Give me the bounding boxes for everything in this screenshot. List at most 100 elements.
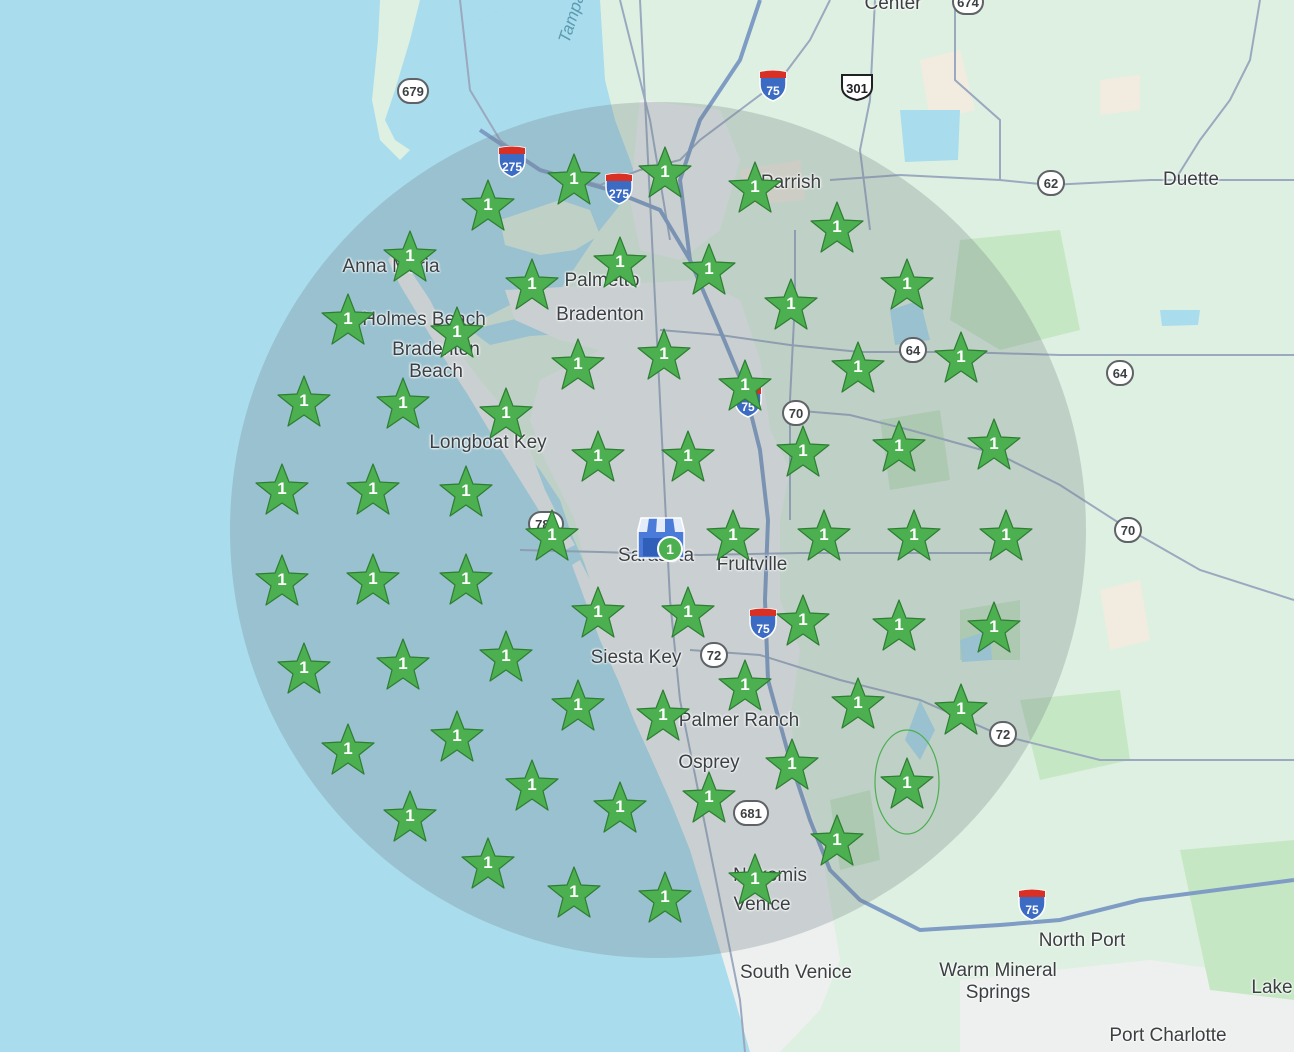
competitor-pin-count: 1 [527,274,537,293]
competitor-pin-count: 1 [750,869,760,888]
store-marker[interactable]: 1 [637,516,707,566]
competitor-pin[interactable]: 1 [275,374,333,430]
competitor-pin[interactable]: 1 [680,242,738,298]
competitor-pin-count: 1 [405,246,415,265]
competitor-pin[interactable]: 1 [965,600,1023,656]
competitor-pin[interactable]: 1 [808,200,866,256]
competitor-pin[interactable]: 1 [437,552,495,608]
competitor-pin[interactable]: 1 [774,424,832,480]
competitor-pin[interactable]: 1 [381,789,439,845]
competitor-pin-count: 1 [573,695,583,714]
competitor-pin-count: 1 [740,375,750,394]
competitor-pin[interactable]: 1 [569,585,627,641]
competitor-pin[interactable]: 1 [428,709,486,765]
competitor-pin[interactable]: 1 [374,637,432,693]
competitor-pin-count: 1 [569,169,579,188]
competitor-pin[interactable]: 1 [659,429,717,485]
competitor-pin[interactable]: 1 [965,417,1023,473]
competitor-pin-count: 1 [343,309,353,328]
competitor-pin-count: 1 [853,357,863,376]
competitor-pin[interactable]: 1 [253,553,311,609]
competitor-pin[interactable]: 1 [659,585,717,641]
competitor-pin[interactable]: 1 [634,688,692,744]
competitor-pin[interactable]: 1 [459,178,517,234]
competitor-pin[interactable]: 1 [437,464,495,520]
place-label-bradenton: Bradenton [556,304,644,325]
competitor-pin[interactable]: 1 [870,598,928,654]
competitor-pin-count: 1 [277,479,287,498]
state-road-shield-icon: 72 [989,721,1017,747]
competitor-pin[interactable]: 1 [459,836,517,892]
state-road-shield-icon: 679 [397,78,429,104]
competitor-pin-count: 1 [853,693,863,712]
competitor-pin[interactable]: 1 [726,160,784,216]
state-road-shield-icon: 64 [1106,360,1134,386]
state-road-shield-icon: 674 [952,0,984,15]
competitor-pin[interactable]: 1 [381,229,439,285]
competitor-pin[interactable]: 1 [774,593,832,649]
competitor-pin[interactable]: 1 [523,508,581,564]
competitor-pin[interactable]: 1 [932,682,990,738]
competitor-pin[interactable]: 1 [477,629,535,685]
competitor-pin[interactable]: 1 [545,865,603,921]
competitor-pin-count: 1 [368,569,378,588]
competitor-pin[interactable]: 1 [762,277,820,333]
competitor-pin-count: 1 [798,441,808,460]
competitor-pin[interactable]: 1 [253,462,311,518]
competitor-pin-count: 1 [728,525,738,544]
competitor-pin[interactable]: 1 [428,305,486,361]
competitor-pin[interactable]: 1 [878,257,936,313]
competitor-pin[interactable]: 1 [870,419,928,475]
competitor-pin[interactable]: 1 [763,737,821,793]
competitor-pin-count: 1 [615,797,625,816]
competitor-pin-count: 1 [660,162,670,181]
competitor-pin[interactable]: 1 [716,358,774,414]
competitor-pin-count: 1 [461,569,471,588]
competitor-pin[interactable]: 1 [726,852,784,908]
interstate-shield-icon: 75 [758,69,788,102]
competitor-pin[interactable]: 1 [591,780,649,836]
competitor-pin[interactable]: 1 [319,722,377,778]
competitor-pin[interactable]: 1 [680,770,738,826]
competitor-pin[interactable]: 1 [716,658,774,714]
competitor-pin[interactable]: 1 [275,641,333,697]
competitor-pin-count: 1 [894,615,904,634]
competitor-pin[interactable]: 1 [503,257,561,313]
place-label-north-port: North Port [1038,930,1126,951]
competitor-pin-count: 1 [704,259,714,278]
competitor-pin[interactable]: 1 [503,758,561,814]
competitor-pin[interactable]: 1 [932,330,990,386]
competitor-pin[interactable]: 1 [977,508,1035,564]
competitor-pin-count: 1 [461,481,471,500]
competitor-pin-count: 1 [798,610,808,629]
competitor-pin-count: 1 [659,344,669,363]
competitor-pin[interactable]: 1 [636,145,694,201]
competitor-pin[interactable]: 1 [569,429,627,485]
competitor-pin[interactable]: 1 [549,337,607,393]
competitor-pin[interactable]: 1 [344,552,402,608]
competitor-pin-count: 1 [660,887,670,906]
competitor-pin-count: 1 [501,646,511,665]
competitor-pin[interactable]: 1 [635,327,693,383]
competitor-pin[interactable]: 1 [878,756,936,812]
place-label-siesta-key: Siesta Key [590,647,682,668]
competitor-pin[interactable]: 1 [808,813,866,869]
competitor-pin[interactable]: 1 [545,152,603,208]
competitor-pin[interactable]: 1 [549,678,607,734]
competitor-pin[interactable]: 1 [374,376,432,432]
competitor-pin-count: 1 [405,806,415,825]
competitor-pin-count: 1 [1001,525,1011,544]
competitor-pin-count: 1 [894,436,904,455]
competitor-pin[interactable]: 1 [477,386,535,442]
competitor-pin[interactable]: 1 [344,462,402,518]
competitor-pin[interactable]: 1 [885,508,943,564]
competitor-pin-count: 1 [989,617,999,636]
competitor-pin[interactable]: 1 [795,508,853,564]
competitor-pin[interactable]: 1 [636,870,694,926]
competitor-pin[interactable]: 1 [829,340,887,396]
competitor-pin[interactable]: 1 [319,292,377,348]
competitor-pin[interactable]: 1 [591,235,649,291]
competitor-pin-count: 1 [902,773,912,792]
competitor-pin[interactable]: 1 [829,676,887,732]
competitor-pin[interactable]: 1 [704,508,762,564]
